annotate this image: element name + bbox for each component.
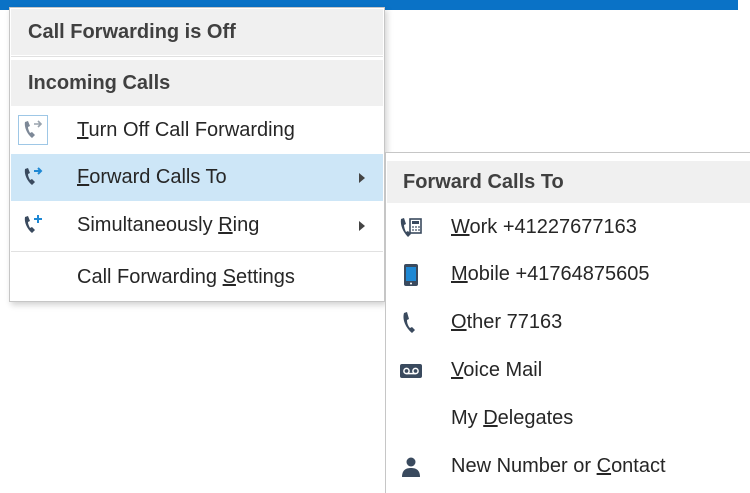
simultaneously-ring-item[interactable]: Simultaneously Ring	[11, 202, 383, 249]
incoming-calls-section-header: Incoming Calls	[11, 60, 383, 106]
call-forwarding-menu: Call Forwarding is Off Incoming Calls Tu…	[9, 7, 385, 302]
forward-calls-to-header: Forward Calls To	[387, 161, 750, 203]
forward-to-voice-mail-item[interactable]: Voice Mail	[387, 347, 750, 394]
call-forwarding-settings-label: Call Forwarding Settings	[77, 266, 295, 288]
mobile-phone-icon	[397, 261, 425, 289]
desk-phone-icon	[397, 214, 425, 242]
call-forwarding-settings-item[interactable]: Call Forwarding Settings	[11, 254, 383, 301]
voicemail-icon	[397, 357, 425, 385]
turn-off-call-forwarding-label: Turn Off Call Forwarding	[77, 119, 295, 141]
menu-separator	[11, 251, 383, 252]
forward-to-work-item[interactable]: Work +41227677163	[387, 204, 750, 251]
incoming-calls-label: Incoming Calls	[28, 71, 171, 94]
submenu-arrow-icon	[359, 173, 365, 183]
contact-person-icon	[397, 453, 425, 481]
forward-to-mobile-label: Mobile +41764875605	[451, 263, 650, 285]
forward-to-other-item[interactable]: Other 77163	[387, 299, 750, 346]
forward-to-voice-mail-label: Voice Mail	[451, 359, 543, 381]
forward-to-new-number-or-contact-label: New Number or Contact	[451, 455, 666, 477]
forward-to-work-label: Work +41227677163	[451, 216, 637, 238]
simultaneously-ring-label: Simultaneously Ring	[77, 214, 260, 236]
forward-calls-to-label: Forward Calls To	[77, 166, 227, 188]
forward-to-my-delegates-item[interactable]: My Delegates	[387, 395, 750, 442]
forward-to-other-label: Other 77163	[451, 311, 563, 333]
forward-calls-to-submenu: Forward Calls To Work +41227677163 Mobil…	[385, 152, 750, 493]
turn-off-call-forwarding-item[interactable]: Turn Off Call Forwarding	[11, 107, 383, 154]
phone-add-icon	[18, 210, 48, 240]
submenu-arrow-icon	[359, 221, 365, 231]
forward-to-my-delegates-label: My Delegates	[451, 407, 574, 429]
call-forwarding-status-header: Call Forwarding is Off	[11, 9, 383, 55]
forward-to-mobile-item[interactable]: Mobile +41764875605	[387, 251, 750, 298]
menu-separator	[11, 56, 383, 57]
phone-forward-icon	[18, 115, 48, 145]
phone-forward-active-icon	[18, 162, 48, 192]
call-forwarding-status-label: Call Forwarding is Off	[28, 20, 236, 43]
phone-icon	[397, 309, 425, 337]
forward-calls-to-header-label: Forward Calls To	[403, 170, 564, 193]
forward-to-new-number-or-contact-item[interactable]: New Number or Contact	[387, 443, 750, 490]
forward-calls-to-item[interactable]: Forward Calls To	[11, 154, 383, 201]
